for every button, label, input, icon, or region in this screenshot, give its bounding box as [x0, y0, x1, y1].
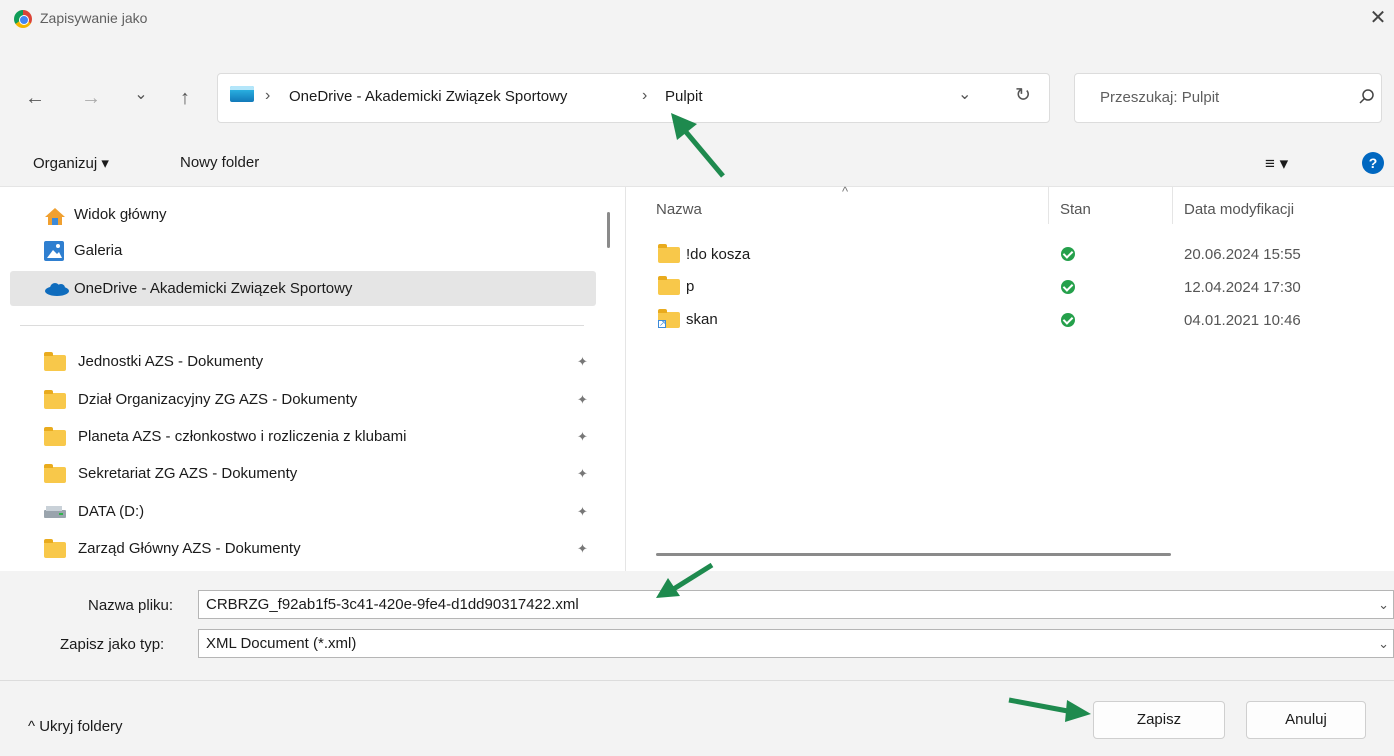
window-title: Zapisywanie jako [40, 10, 148, 26]
sidebar-item-zarzad[interactable]: Zarząd Główny AZS - Dokumenty [78, 534, 301, 564]
onedrive-location-icon [230, 86, 254, 102]
drive-icon [44, 506, 66, 518]
forward-button[interactable]: → [76, 83, 106, 113]
divider [20, 325, 584, 326]
column-header-status[interactable]: Stan [1060, 201, 1091, 218]
chevron-down-icon[interactable]: ⌄ [1378, 630, 1389, 657]
filename-label: Nazwa pliku: [88, 597, 174, 614]
close-button[interactable]: ✕ [1364, 4, 1392, 32]
sidebar-item-planeta[interactable]: Planeta AZS - członkostwo i rozliczenia … [78, 422, 406, 452]
filename-field[interactable]: CRBRZG_f92ab1f5-3c41-420e-9fe4-d1dd90317… [198, 590, 1394, 619]
annotation-arrow-icon [656, 562, 714, 598]
back-button[interactable]: ← [20, 83, 50, 113]
pin-icon: ✦ [577, 541, 588, 556]
sync-ok-icon [1061, 247, 1075, 261]
sidebar-item-sekretariat[interactable]: Sekretariat ZG AZS - Dokumenty [78, 459, 297, 489]
folder-icon [44, 539, 66, 558]
column-header-name[interactable]: Nazwa [656, 201, 702, 218]
help-icon[interactable]: ? [1362, 152, 1384, 174]
folder-icon [658, 276, 680, 295]
divider [0, 680, 1394, 681]
refresh-icon[interactable]: ↻ [1015, 84, 1031, 107]
column-header-modified[interactable]: Data modyfikacji [1184, 201, 1294, 218]
sidebar-item-jednostki[interactable]: Jednostki AZS - Dokumenty [78, 347, 263, 377]
sidebar-item-gallery[interactable]: Galeria [74, 236, 122, 266]
file-name: skan [686, 311, 718, 328]
pin-icon: ✦ [577, 354, 588, 369]
sort-ascending-icon: ^ [842, 184, 849, 199]
breadcrumb-separator: › [642, 87, 648, 104]
filename-value: CRBRZG_f92ab1f5-3c41-420e-9fe4-d1dd90317… [206, 596, 579, 613]
chrome-icon [14, 10, 32, 28]
column-separator[interactable] [1172, 186, 1173, 224]
pin-icon: ✦ [577, 429, 588, 444]
up-button[interactable]: ↑ [170, 83, 200, 113]
sidebar-item-home[interactable]: Widok główny [74, 200, 167, 230]
search-icon[interactable] [1356, 86, 1378, 108]
sidebar-scrollbar[interactable] [607, 212, 610, 248]
pin-icon: ✦ [577, 504, 588, 519]
annotation-arrow-icon [1008, 697, 1091, 722]
file-type-select[interactable]: XML Document (*.xml) ⌄ [198, 629, 1394, 658]
sync-ok-icon [1061, 280, 1075, 294]
pin-icon: ✦ [577, 392, 588, 407]
gallery-icon [44, 241, 64, 261]
organize-button[interactable]: Organizuj ▾ [33, 154, 109, 172]
recent-locations-button[interactable]: ⌄ [126, 80, 156, 110]
file-modified: 04.01.2021 10:46 [1184, 312, 1301, 329]
search-input[interactable]: Przeszukaj: Pulpit [1100, 89, 1219, 106]
address-dropdown-icon[interactable]: ⌄ [958, 84, 971, 104]
hide-folders-button[interactable]: ^ Ukryj foldery [28, 718, 123, 735]
title-bar [0, 0, 1394, 36]
folder-icon [658, 244, 680, 263]
file-type-value: XML Document (*.xml) [206, 635, 357, 652]
horizontal-scrollbar[interactable] [656, 553, 1171, 556]
file-modified: 12.04.2024 17:30 [1184, 279, 1301, 296]
sync-ok-icon [1061, 313, 1075, 327]
home-icon [45, 208, 65, 225]
view-options-icon[interactable]: ≡ ▾ [1265, 154, 1288, 174]
sidebar-item-dzial[interactable]: Dział Organizacyjny ZG AZS - Dokumenty [78, 385, 357, 415]
folder-icon [44, 427, 66, 446]
file-type-label: Zapisz jako typ: [60, 636, 165, 653]
chevron-down-icon[interactable]: ⌄ [1378, 591, 1389, 618]
file-name: p [686, 278, 695, 295]
breadcrumb-separator: › [265, 87, 271, 104]
column-separator[interactable] [1048, 186, 1049, 224]
sidebar-item-onedrive[interactable]: OneDrive - Akademicki Związek Sportowy [74, 274, 352, 304]
breadcrumb-pulpit[interactable]: Pulpit [665, 88, 703, 105]
cloud-icon [45, 283, 69, 296]
folder-shortcut-icon: ↗ [658, 309, 680, 328]
new-folder-button[interactable]: Nowy folder [180, 154, 259, 171]
file-name: !do kosza [686, 246, 751, 263]
sidebar-item-data-drive[interactable]: DATA (D:) [78, 497, 144, 527]
pin-icon: ✦ [577, 466, 588, 481]
file-modified: 20.06.2024 15:55 [1184, 246, 1301, 263]
breadcrumb-onedrive[interactable]: OneDrive - Akademicki Związek Sportowy [289, 88, 567, 105]
cancel-button[interactable]: Anuluj [1246, 701, 1366, 739]
folder-icon [44, 464, 66, 483]
folder-icon [44, 352, 66, 371]
save-button[interactable]: Zapisz [1093, 701, 1225, 739]
folder-icon [44, 390, 66, 409]
